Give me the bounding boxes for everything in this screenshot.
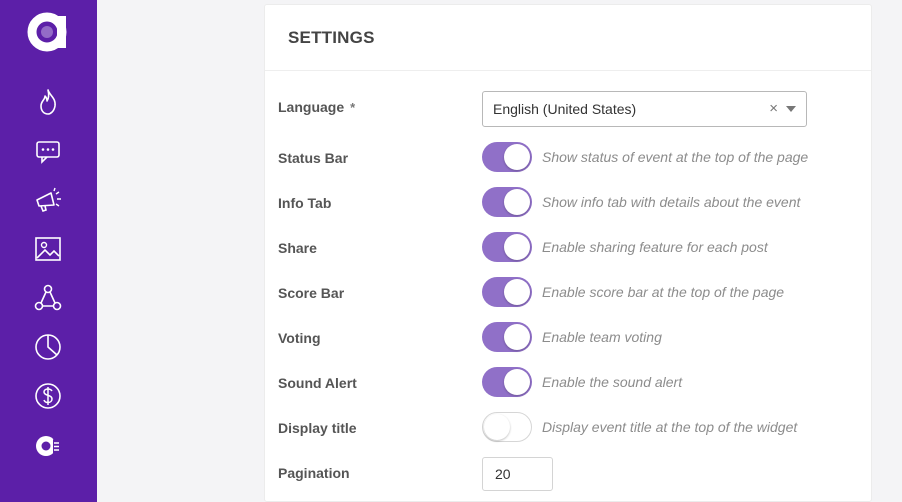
share-toggle[interactable] bbox=[482, 232, 532, 262]
pagination-input[interactable]: 20 bbox=[482, 457, 553, 491]
status-bar-description: Show status of event at the top of the p… bbox=[542, 149, 809, 165]
sound-alert-toggle[interactable] bbox=[482, 367, 532, 397]
page-title: SETTINGS bbox=[288, 27, 375, 47]
toggle-knob bbox=[504, 234, 530, 260]
flame-icon[interactable] bbox=[33, 87, 63, 117]
required-mark: * bbox=[350, 100, 356, 115]
status-bar-toggle[interactable] bbox=[482, 142, 532, 172]
status-bar-label: Status Bar bbox=[278, 150, 349, 166]
dollar-icon[interactable] bbox=[33, 381, 63, 411]
sidebar bbox=[0, 0, 97, 502]
settings-card: SETTINGS Language * English (United State… bbox=[264, 4, 872, 502]
toggle-knob bbox=[504, 279, 530, 305]
toggle-knob bbox=[504, 144, 530, 170]
voting-toggle[interactable] bbox=[482, 322, 532, 352]
share-label: Share bbox=[278, 240, 317, 256]
share-description: Enable sharing feature for each post bbox=[542, 239, 768, 255]
voting-description: Enable team voting bbox=[542, 329, 662, 345]
clear-icon[interactable]: × bbox=[769, 100, 778, 117]
logo-icon[interactable] bbox=[27, 10, 69, 52]
display-title-toggle[interactable] bbox=[482, 412, 532, 442]
brand-badge-icon[interactable] bbox=[33, 430, 63, 460]
info-tab-description: Show info tab with details about the eve… bbox=[542, 194, 801, 210]
toggle-knob bbox=[484, 414, 510, 440]
image-icon[interactable] bbox=[33, 234, 63, 264]
score-bar-description: Enable score bar at the top of the page bbox=[542, 284, 785, 300]
language-label: Language * bbox=[278, 99, 356, 115]
score-bar-toggle[interactable] bbox=[482, 277, 532, 307]
toggle-knob bbox=[504, 324, 530, 350]
toggle-knob bbox=[504, 369, 530, 395]
language-select[interactable]: English (United States) × bbox=[482, 91, 807, 127]
pagination-label: Pagination bbox=[278, 465, 350, 481]
chevron-down-icon[interactable] bbox=[786, 106, 796, 112]
network-icon[interactable] bbox=[33, 283, 63, 313]
display-title-label: Display title bbox=[278, 420, 357, 436]
megaphone-icon[interactable] bbox=[33, 185, 63, 215]
sound-alert-description: Enable the sound alert bbox=[542, 374, 683, 390]
toggle-knob bbox=[504, 189, 530, 215]
settings-header: SETTINGS bbox=[265, 5, 871, 71]
pie-chart-icon[interactable] bbox=[33, 332, 63, 362]
score-bar-label: Score Bar bbox=[278, 285, 345, 301]
info-tab-label: Info Tab bbox=[278, 195, 332, 211]
language-select-value: English (United States) bbox=[493, 101, 637, 117]
voting-label: Voting bbox=[278, 330, 321, 346]
display-title-description: Display event title at the top of the wi… bbox=[542, 419, 798, 435]
sound-alert-label: Sound Alert bbox=[278, 375, 357, 391]
chat-icon[interactable] bbox=[33, 136, 63, 166]
info-tab-toggle[interactable] bbox=[482, 187, 532, 217]
